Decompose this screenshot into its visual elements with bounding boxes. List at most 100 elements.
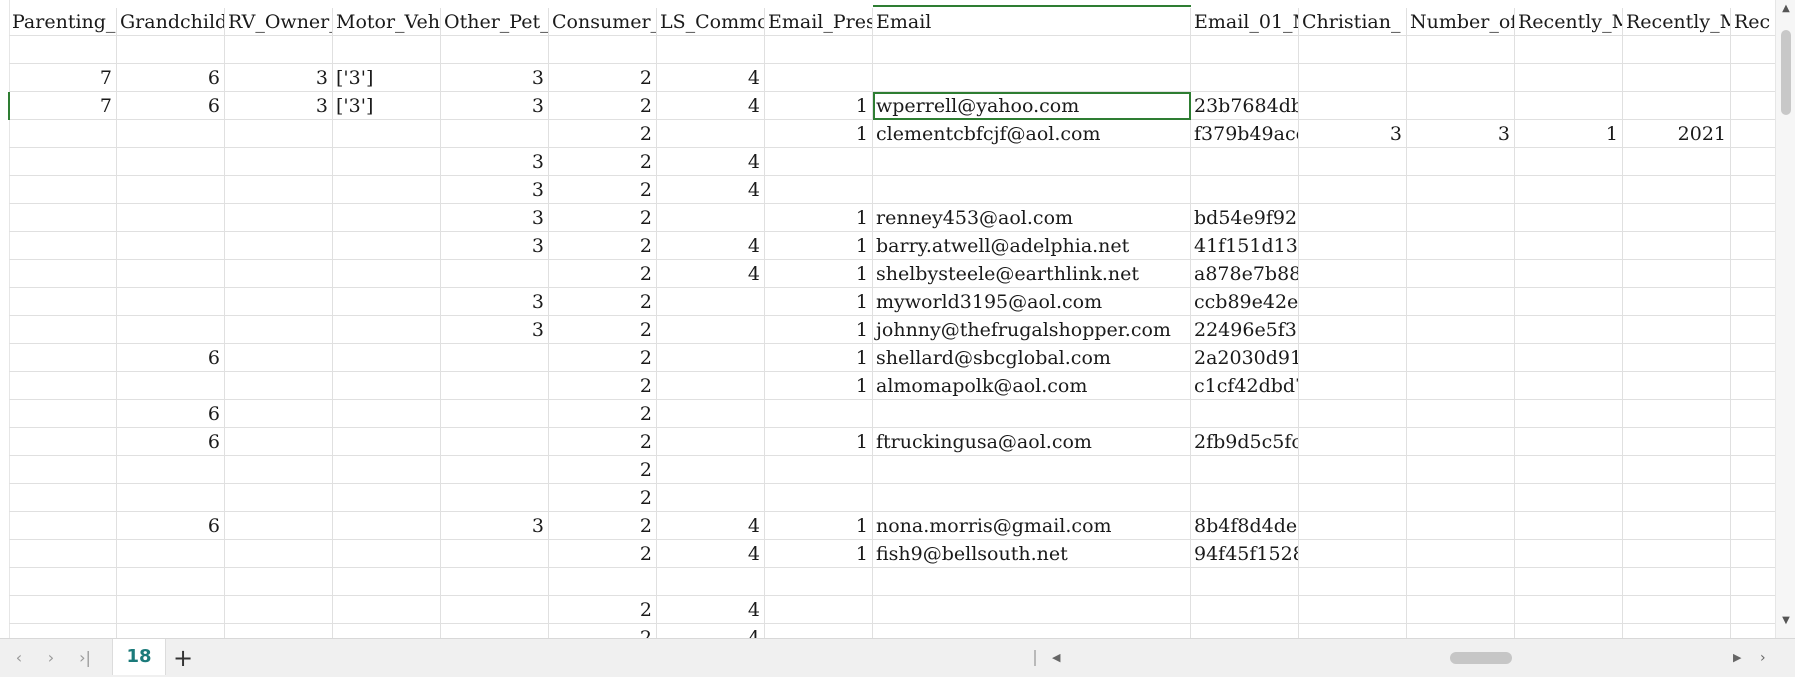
table-cell[interactable]	[1407, 176, 1515, 204]
table-cell[interactable]: c1cf42dbd766dc242370f3cc9f639e08	[1191, 372, 1299, 400]
table-cell[interactable]	[333, 120, 441, 148]
table-cell[interactable]	[225, 568, 333, 596]
table-cell[interactable]	[1623, 372, 1731, 400]
table-cell[interactable]: 2	[549, 232, 657, 260]
table-cell[interactable]: 2	[549, 344, 657, 372]
table-cell[interactable]: 2	[549, 260, 657, 288]
table-cell[interactable]	[9, 120, 117, 148]
table-cell[interactable]	[765, 484, 873, 512]
table-cell[interactable]	[117, 568, 225, 596]
table-cell[interactable]	[9, 624, 117, 638]
table-cell[interactable]: 4	[657, 92, 765, 120]
table-cell[interactable]	[225, 120, 333, 148]
table-cell[interactable]	[1407, 624, 1515, 638]
table-cell[interactable]: 4	[657, 624, 765, 638]
table-cell[interactable]: 3	[441, 316, 549, 344]
table-cell[interactable]	[1623, 92, 1731, 120]
table-cell[interactable]	[873, 148, 1191, 176]
column-header[interactable]: Email_Pres	[765, 8, 873, 36]
table-cell[interactable]	[225, 428, 333, 456]
table-cell[interactable]	[333, 428, 441, 456]
table-cell[interactable]	[333, 288, 441, 316]
table-cell[interactable]	[1515, 624, 1623, 638]
table-cell[interactable]	[225, 512, 333, 540]
column-header[interactable]: Motor_Vehi	[333, 8, 441, 36]
table-cell[interactable]	[1299, 232, 1407, 260]
table-cell[interactable]	[1623, 512, 1731, 540]
table-cell[interactable]: 2	[549, 148, 657, 176]
table-cell[interactable]: 3	[441, 512, 549, 540]
table-cell[interactable]: 2	[549, 204, 657, 232]
table-cell[interactable]	[657, 288, 765, 316]
table-cell[interactable]	[1515, 428, 1623, 456]
table-cell[interactable]	[333, 568, 441, 596]
table-cell[interactable]	[1191, 64, 1299, 92]
table-cell[interactable]	[657, 344, 765, 372]
table-cell[interactable]	[657, 484, 765, 512]
table-cell[interactable]	[333, 176, 441, 204]
table-cell[interactable]	[225, 176, 333, 204]
table-cell[interactable]	[1407, 232, 1515, 260]
table-cell[interactable]: 2	[549, 288, 657, 316]
table-cell[interactable]	[1731, 64, 1775, 92]
next-sheet-icon[interactable]: ›	[40, 647, 62, 669]
table-cell[interactable]	[1731, 148, 1775, 176]
table-cell[interactable]: 3	[1407, 120, 1515, 148]
table-cell[interactable]	[1731, 204, 1775, 232]
table-cell[interactable]: 41f151d13fac0a8de85c2dc57b414e84	[1191, 232, 1299, 260]
table-cell[interactable]	[1191, 148, 1299, 176]
table-cell[interactable]	[1407, 400, 1515, 428]
table-cell[interactable]	[1299, 456, 1407, 484]
table-cell[interactable]: 4	[657, 540, 765, 568]
table-cell[interactable]	[1515, 540, 1623, 568]
table-cell[interactable]: 2	[549, 596, 657, 624]
table-cell[interactable]	[1623, 428, 1731, 456]
table-cell[interactable]	[225, 624, 333, 638]
column-header[interactable]: Grandchild	[117, 8, 225, 36]
table-cell[interactable]	[873, 400, 1191, 428]
table-cell[interactable]	[225, 400, 333, 428]
table-cell[interactable]	[1515, 512, 1623, 540]
table-cell[interactable]	[1515, 176, 1623, 204]
table-cell[interactable]	[1731, 568, 1775, 596]
table-cell[interactable]: 1	[765, 512, 873, 540]
scroll-right-icon[interactable]: ▶	[1733, 647, 1741, 669]
table-cell[interactable]	[1191, 36, 1299, 64]
table-cell[interactable]	[1731, 484, 1775, 512]
table-cell[interactable]	[333, 484, 441, 512]
scrollbar-divider[interactable]	[1034, 650, 1036, 666]
table-cell[interactable]	[117, 288, 225, 316]
table-cell[interactable]: 3	[441, 64, 549, 92]
table-cell[interactable]: 94f45f15287e593396f4f054d60a06b5	[1191, 540, 1299, 568]
table-cell[interactable]	[1731, 596, 1775, 624]
table-cell[interactable]	[1623, 176, 1731, 204]
table-cell[interactable]: 1	[765, 120, 873, 148]
column-header[interactable]: Number_of_	[1407, 8, 1515, 36]
table-cell[interactable]	[225, 260, 333, 288]
table-cell[interactable]	[441, 568, 549, 596]
table-cell[interactable]	[657, 372, 765, 400]
table-cell[interactable]	[1299, 344, 1407, 372]
column-header[interactable]: RV_Owner_I	[225, 8, 333, 36]
table-cell[interactable]	[873, 596, 1191, 624]
table-cell[interactable]	[1515, 344, 1623, 372]
table-cell[interactable]: 4	[657, 512, 765, 540]
table-cell[interactable]: 6	[117, 64, 225, 92]
table-cell[interactable]	[1407, 288, 1515, 316]
table-cell[interactable]	[1623, 232, 1731, 260]
table-cell[interactable]	[657, 568, 765, 596]
table-cell[interactable]	[873, 624, 1191, 638]
table-cell[interactable]	[9, 400, 117, 428]
table-cell[interactable]	[9, 428, 117, 456]
table-cell[interactable]: 1	[765, 92, 873, 120]
table-cell[interactable]	[9, 512, 117, 540]
table-cell[interactable]	[765, 64, 873, 92]
scroll-up-icon[interactable]: ▲	[1776, 0, 1795, 18]
table-cell[interactable]: 1	[765, 372, 873, 400]
table-cell[interactable]	[117, 148, 225, 176]
table-cell[interactable]	[225, 344, 333, 372]
column-header[interactable]: Consumer_E	[549, 8, 657, 36]
table-cell[interactable]	[1623, 540, 1731, 568]
table-cell[interactable]	[1299, 36, 1407, 64]
table-cell[interactable]	[441, 344, 549, 372]
